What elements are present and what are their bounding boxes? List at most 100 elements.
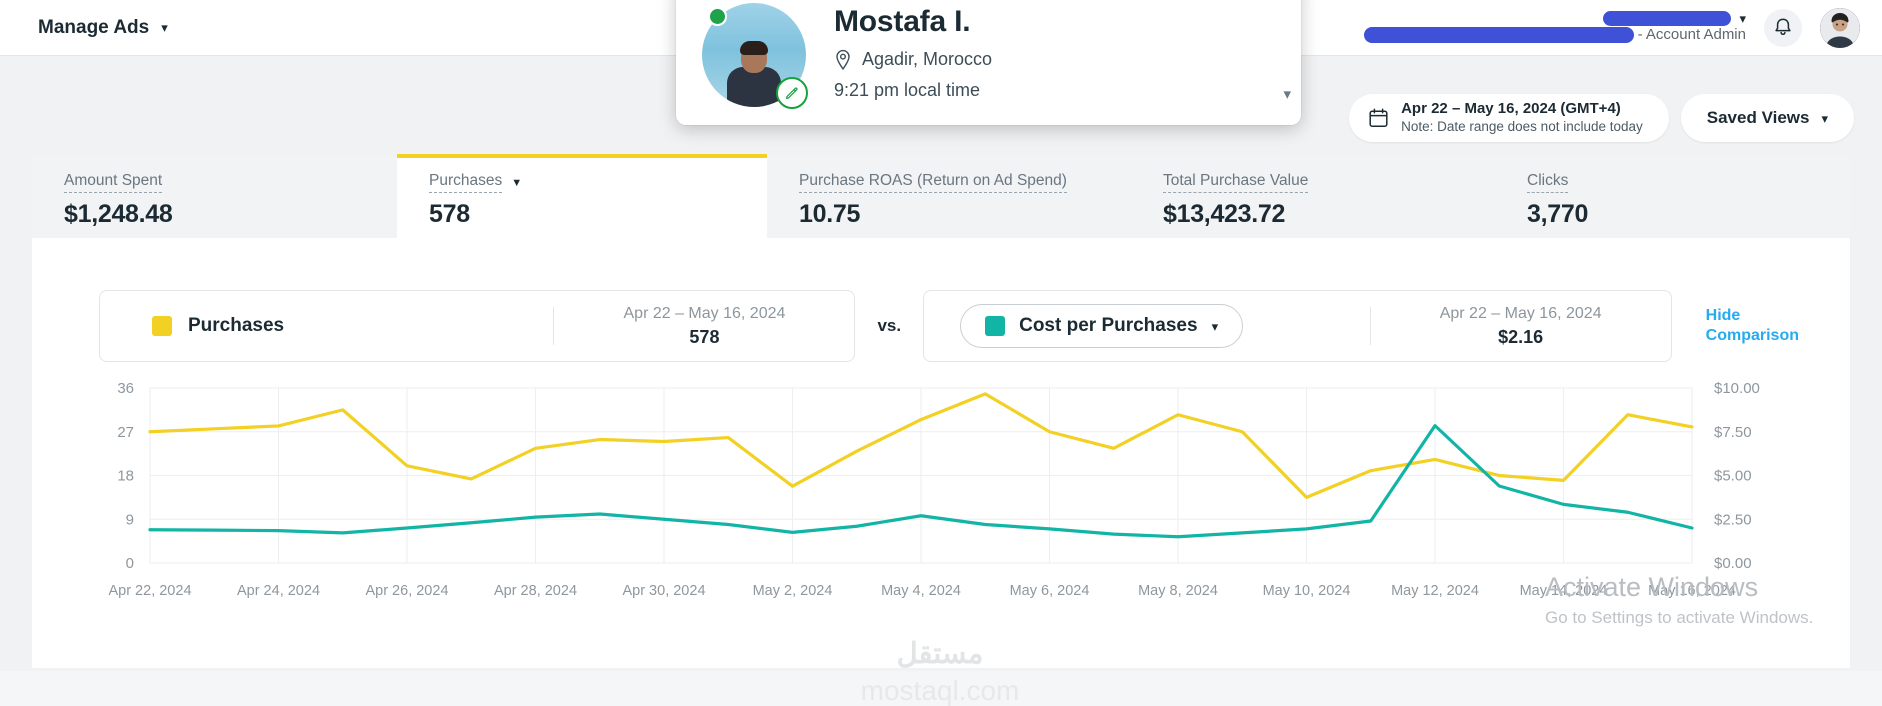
kpi-label-row: Purchases ▼ — [429, 172, 767, 193]
left-axis-tick-label: 18 — [117, 468, 134, 485]
map-pin-icon — [834, 49, 852, 71]
notifications-button[interactable] — [1764, 9, 1802, 47]
user-avatar-icon — [1820, 8, 1860, 48]
right-axis-tick-label: $7.50 — [1714, 424, 1752, 441]
account-name-row: ▾ — [1603, 11, 1746, 26]
account-role-row: - Account Admin — [1364, 26, 1746, 45]
profile-local-time: 9:21 pm local time — [834, 80, 992, 101]
primary-metric: Purchases — [100, 315, 553, 337]
bell-icon — [1773, 17, 1793, 38]
hide-comparison-button[interactable]: Hide Comparison — [1706, 306, 1814, 346]
line-chart-svg: 09182736$0.00$2.50$5.00$7.50$10.00Apr 22… — [32, 378, 1850, 668]
saved-views-button[interactable]: Saved Views ▾ — [1681, 94, 1854, 142]
kpi-purchase-roas[interactable]: Purchase ROAS (Return on Ad Spend) 10.75 — [767, 154, 1131, 238]
pencil-icon — [784, 85, 800, 101]
saved-views-label: Saved Views — [1707, 108, 1810, 128]
left-axis-tick-label: 0 — [126, 555, 134, 572]
left-axis-tick-label: 27 — [117, 424, 134, 441]
x-axis-tick-label: May 8, 2024 — [1138, 583, 1218, 599]
right-axis-tick-label: $0.00 — [1714, 555, 1752, 572]
redacted-account-name — [1603, 11, 1731, 26]
primary-metric-label: Purchases — [188, 315, 284, 337]
x-axis-tick-label: May 12, 2024 — [1391, 583, 1479, 599]
left-axis-tick-label: 9 — [126, 511, 134, 528]
x-axis-tick-label: May 2, 2024 — [753, 583, 833, 599]
kpi-label-row: Amount Spent — [64, 172, 397, 193]
right-axis-tick-label: $10.00 — [1714, 380, 1760, 397]
kpi-total-purchase-value[interactable]: Total Purchase Value $13,423.72 — [1131, 154, 1495, 238]
profile-location-row: Agadir, Morocco — [834, 49, 992, 71]
secondary-total: $2.16 — [1371, 325, 1671, 349]
secondary-date-range: Apr 22 – May 16, 2024 — [1371, 303, 1671, 325]
avatar-photo-person — [727, 41, 781, 107]
profile-avatar-wrapper — [702, 3, 806, 107]
secondary-metric-dropdown[interactable]: Cost per Purchases ▾ — [960, 304, 1243, 348]
report-toolbar: Apr 22 – May 16, 2024 (GMT+4) Note: Date… — [1349, 94, 1854, 142]
topbar-right-cluster: ▾ - Account Admin — [1364, 8, 1860, 48]
kpi-label-row: Total Purchase Value — [1163, 172, 1495, 193]
kpi-label[interactable]: Amount Spent — [64, 172, 162, 193]
primary-color-swatch — [152, 316, 172, 336]
kpi-label-row: Purchase ROAS (Return on Ad Spend) — [799, 172, 1131, 193]
chevron-down-icon[interactable]: ▾ — [1283, 85, 1291, 103]
kpi-value: $1,248.48 — [64, 200, 397, 229]
secondary-metric-box: Cost per Purchases ▾ Apr 22 – May 16, 20… — [923, 290, 1672, 362]
kpi-label[interactable]: Clicks — [1527, 172, 1568, 193]
x-axis-tick-label: Apr 28, 2024 — [494, 583, 577, 599]
page-body: Apr 22 – May 16, 2024 (GMT+4) Note: Date… — [0, 56, 1882, 671]
kpi-label[interactable]: Purchases — [429, 172, 502, 193]
vs-label: vs. — [877, 316, 901, 336]
date-range-picker[interactable]: Apr 22 – May 16, 2024 (GMT+4) Note: Date… — [1349, 94, 1669, 142]
chevron-down-icon[interactable]: ▾ — [1739, 12, 1746, 25]
kpi-label-row: Clicks — [1527, 172, 1850, 193]
secondary-metric: Cost per Purchases ▾ — [924, 304, 1370, 348]
primary-date-range: Apr 22 – May 16, 2024 — [554, 303, 854, 325]
chevron-down-icon: ▾ — [161, 21, 168, 34]
profile-location-text: Agadir, Morocco — [862, 49, 992, 70]
date-range-value: Apr 22 – May 16, 2024 (GMT+4) — [1401, 100, 1643, 118]
x-axis-tick-label: May 10, 2024 — [1263, 583, 1351, 599]
kpi-clicks[interactable]: Clicks 3,770 — [1495, 154, 1850, 238]
kpi-value: $13,423.72 — [1163, 200, 1495, 229]
comparison-row: Purchases Apr 22 – May 16, 2024 578 vs. … — [99, 290, 1814, 362]
user-avatar[interactable] — [1820, 8, 1860, 48]
primary-values: Apr 22 – May 16, 2024 578 — [554, 303, 854, 349]
avatar-hair — [740, 41, 768, 55]
secondary-metric-label: Cost per Purchases — [1019, 315, 1197, 337]
manage-ads-menu[interactable]: Manage Ads ▾ — [38, 17, 168, 39]
left-axis-tick-label: 36 — [117, 380, 134, 397]
kpi-value: 578 — [429, 200, 767, 229]
date-range-text: Apr 22 – May 16, 2024 (GMT+4) Note: Date… — [1401, 100, 1643, 135]
kpi-value: 3,770 — [1527, 200, 1850, 229]
primary-total: 578 — [554, 325, 854, 349]
kpi-value: 10.75 — [799, 200, 1131, 229]
kpi-label[interactable]: Total Purchase Value — [1163, 172, 1308, 193]
kpi-strip: Amount Spent $1,248.48 Purchases ▼ 578 P… — [32, 154, 1850, 238]
x-axis-tick-label: May 4, 2024 — [881, 583, 961, 599]
redacted-business-name — [1364, 27, 1634, 43]
account-selector[interactable]: ▾ - Account Admin — [1364, 11, 1746, 45]
manage-ads-label: Manage Ads — [38, 17, 149, 39]
x-axis-tick-label: May 16, 2024 — [1648, 583, 1736, 599]
x-axis-tick-label: May 14, 2024 — [1520, 583, 1608, 599]
online-status-dot — [708, 7, 727, 26]
line-chart: 09182736$0.00$2.50$5.00$7.50$10.00Apr 22… — [32, 378, 1850, 668]
x-axis-tick-label: Apr 24, 2024 — [237, 583, 320, 599]
chevron-down-icon: ▾ — [1212, 320, 1219, 333]
account-text-lines: ▾ - Account Admin — [1364, 11, 1746, 45]
kpi-label[interactable]: Purchase ROAS (Return on Ad Spend) — [799, 172, 1067, 193]
date-range-note: Note: Date range does not include today — [1401, 119, 1643, 135]
edit-avatar-button[interactable] — [776, 77, 808, 109]
chevron-down-icon: ▾ — [1821, 112, 1828, 125]
right-axis-tick-label: $5.00 — [1714, 468, 1752, 485]
right-axis-tick-label: $2.50 — [1714, 511, 1752, 528]
secondary-color-swatch — [985, 316, 1005, 336]
kpi-amount-spent[interactable]: Amount Spent $1,248.48 — [32, 154, 397, 238]
avatar-body — [727, 67, 781, 107]
calendar-icon — [1369, 108, 1388, 128]
primary-metric-box: Purchases Apr 22 – May 16, 2024 578 — [99, 290, 855, 362]
kpi-purchases[interactable]: Purchases ▼ 578 — [397, 154, 767, 238]
x-axis-tick-label: Apr 30, 2024 — [622, 583, 705, 599]
caret-down-icon[interactable]: ▼ — [511, 177, 522, 189]
x-axis-tick-label: May 6, 2024 — [1010, 583, 1090, 599]
